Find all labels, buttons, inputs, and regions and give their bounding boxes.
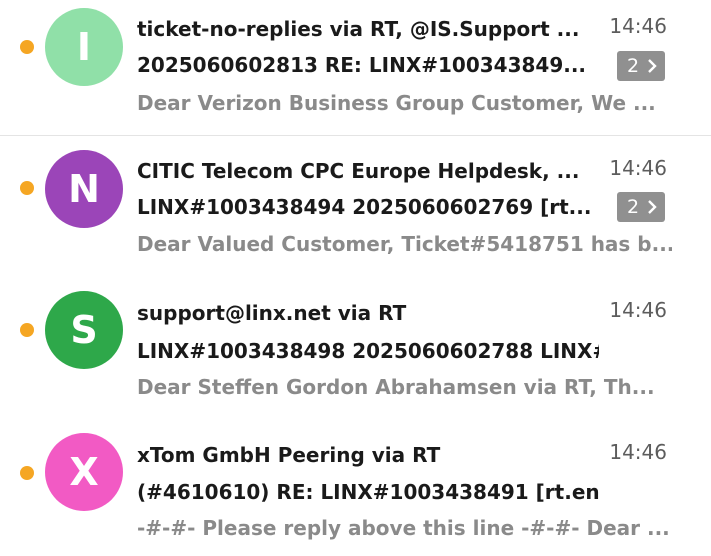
avatar: N <box>45 150 123 228</box>
chevron-right-icon <box>648 200 657 214</box>
message-sender: xTom GmbH Peering via RT <box>137 443 441 467</box>
message-time: 14:46 <box>609 14 667 38</box>
unread-indicator <box>20 40 34 54</box>
unread-indicator <box>20 181 34 195</box>
avatar: I <box>45 8 123 86</box>
unread-indicator <box>20 323 34 337</box>
message-subject: 2025060602813 RE: LINX#100343849... <box>137 53 587 77</box>
message-row[interactable]: N CITIC Telecom CPC Europe Helpdesk, ...… <box>0 137 711 277</box>
message-sender: ticket-no-replies via RT, @IS.Support ..… <box>137 17 580 41</box>
message-sender: CITIC Telecom CPC Europe Helpdesk, ... <box>137 159 580 183</box>
message-time: 14:46 <box>609 156 667 180</box>
thread-count: 2 <box>627 55 640 77</box>
message-row[interactable]: S support@linx.net via RT 14:46 LINX#100… <box>0 279 711 419</box>
message-preview: Dear Verizon Business Group Customer, We… <box>137 91 656 115</box>
message-list: I ticket-no-replies via RT, @IS.Support … <box>0 0 711 556</box>
message-preview: -#-#- Please reply above this line -#-#-… <box>137 516 670 540</box>
avatar: X <box>45 433 123 511</box>
avatar: S <box>45 291 123 369</box>
message-time: 14:46 <box>609 298 667 322</box>
thread-count-badge[interactable]: 2 <box>617 192 665 222</box>
message-subject: (#4610610) RE: LINX#1003438491 [rt.eng.t… <box>137 480 599 504</box>
chevron-right-icon <box>648 59 657 73</box>
message-sender: support@linx.net via RT <box>137 301 407 325</box>
message-subject: LINX#1003438494 2025060602769 [rt... <box>137 195 592 219</box>
message-row[interactable]: I ticket-no-replies via RT, @IS.Support … <box>0 0 711 136</box>
message-subject: LINX#1003438498 2025060602788 LINX#1... <box>137 339 599 363</box>
unread-indicator <box>20 466 34 480</box>
message-time: 14:46 <box>609 440 667 464</box>
thread-count: 2 <box>627 196 640 218</box>
message-preview: Dear Valued Customer, Ticket#5418751 has… <box>137 232 672 256</box>
message-preview: Dear Steffen Gordon Abrahamsen via RT, T… <box>137 375 655 399</box>
thread-count-badge[interactable]: 2 <box>617 51 665 81</box>
message-row[interactable]: X xTom GmbH Peering via RT 14:46 (#46106… <box>0 421 711 556</box>
